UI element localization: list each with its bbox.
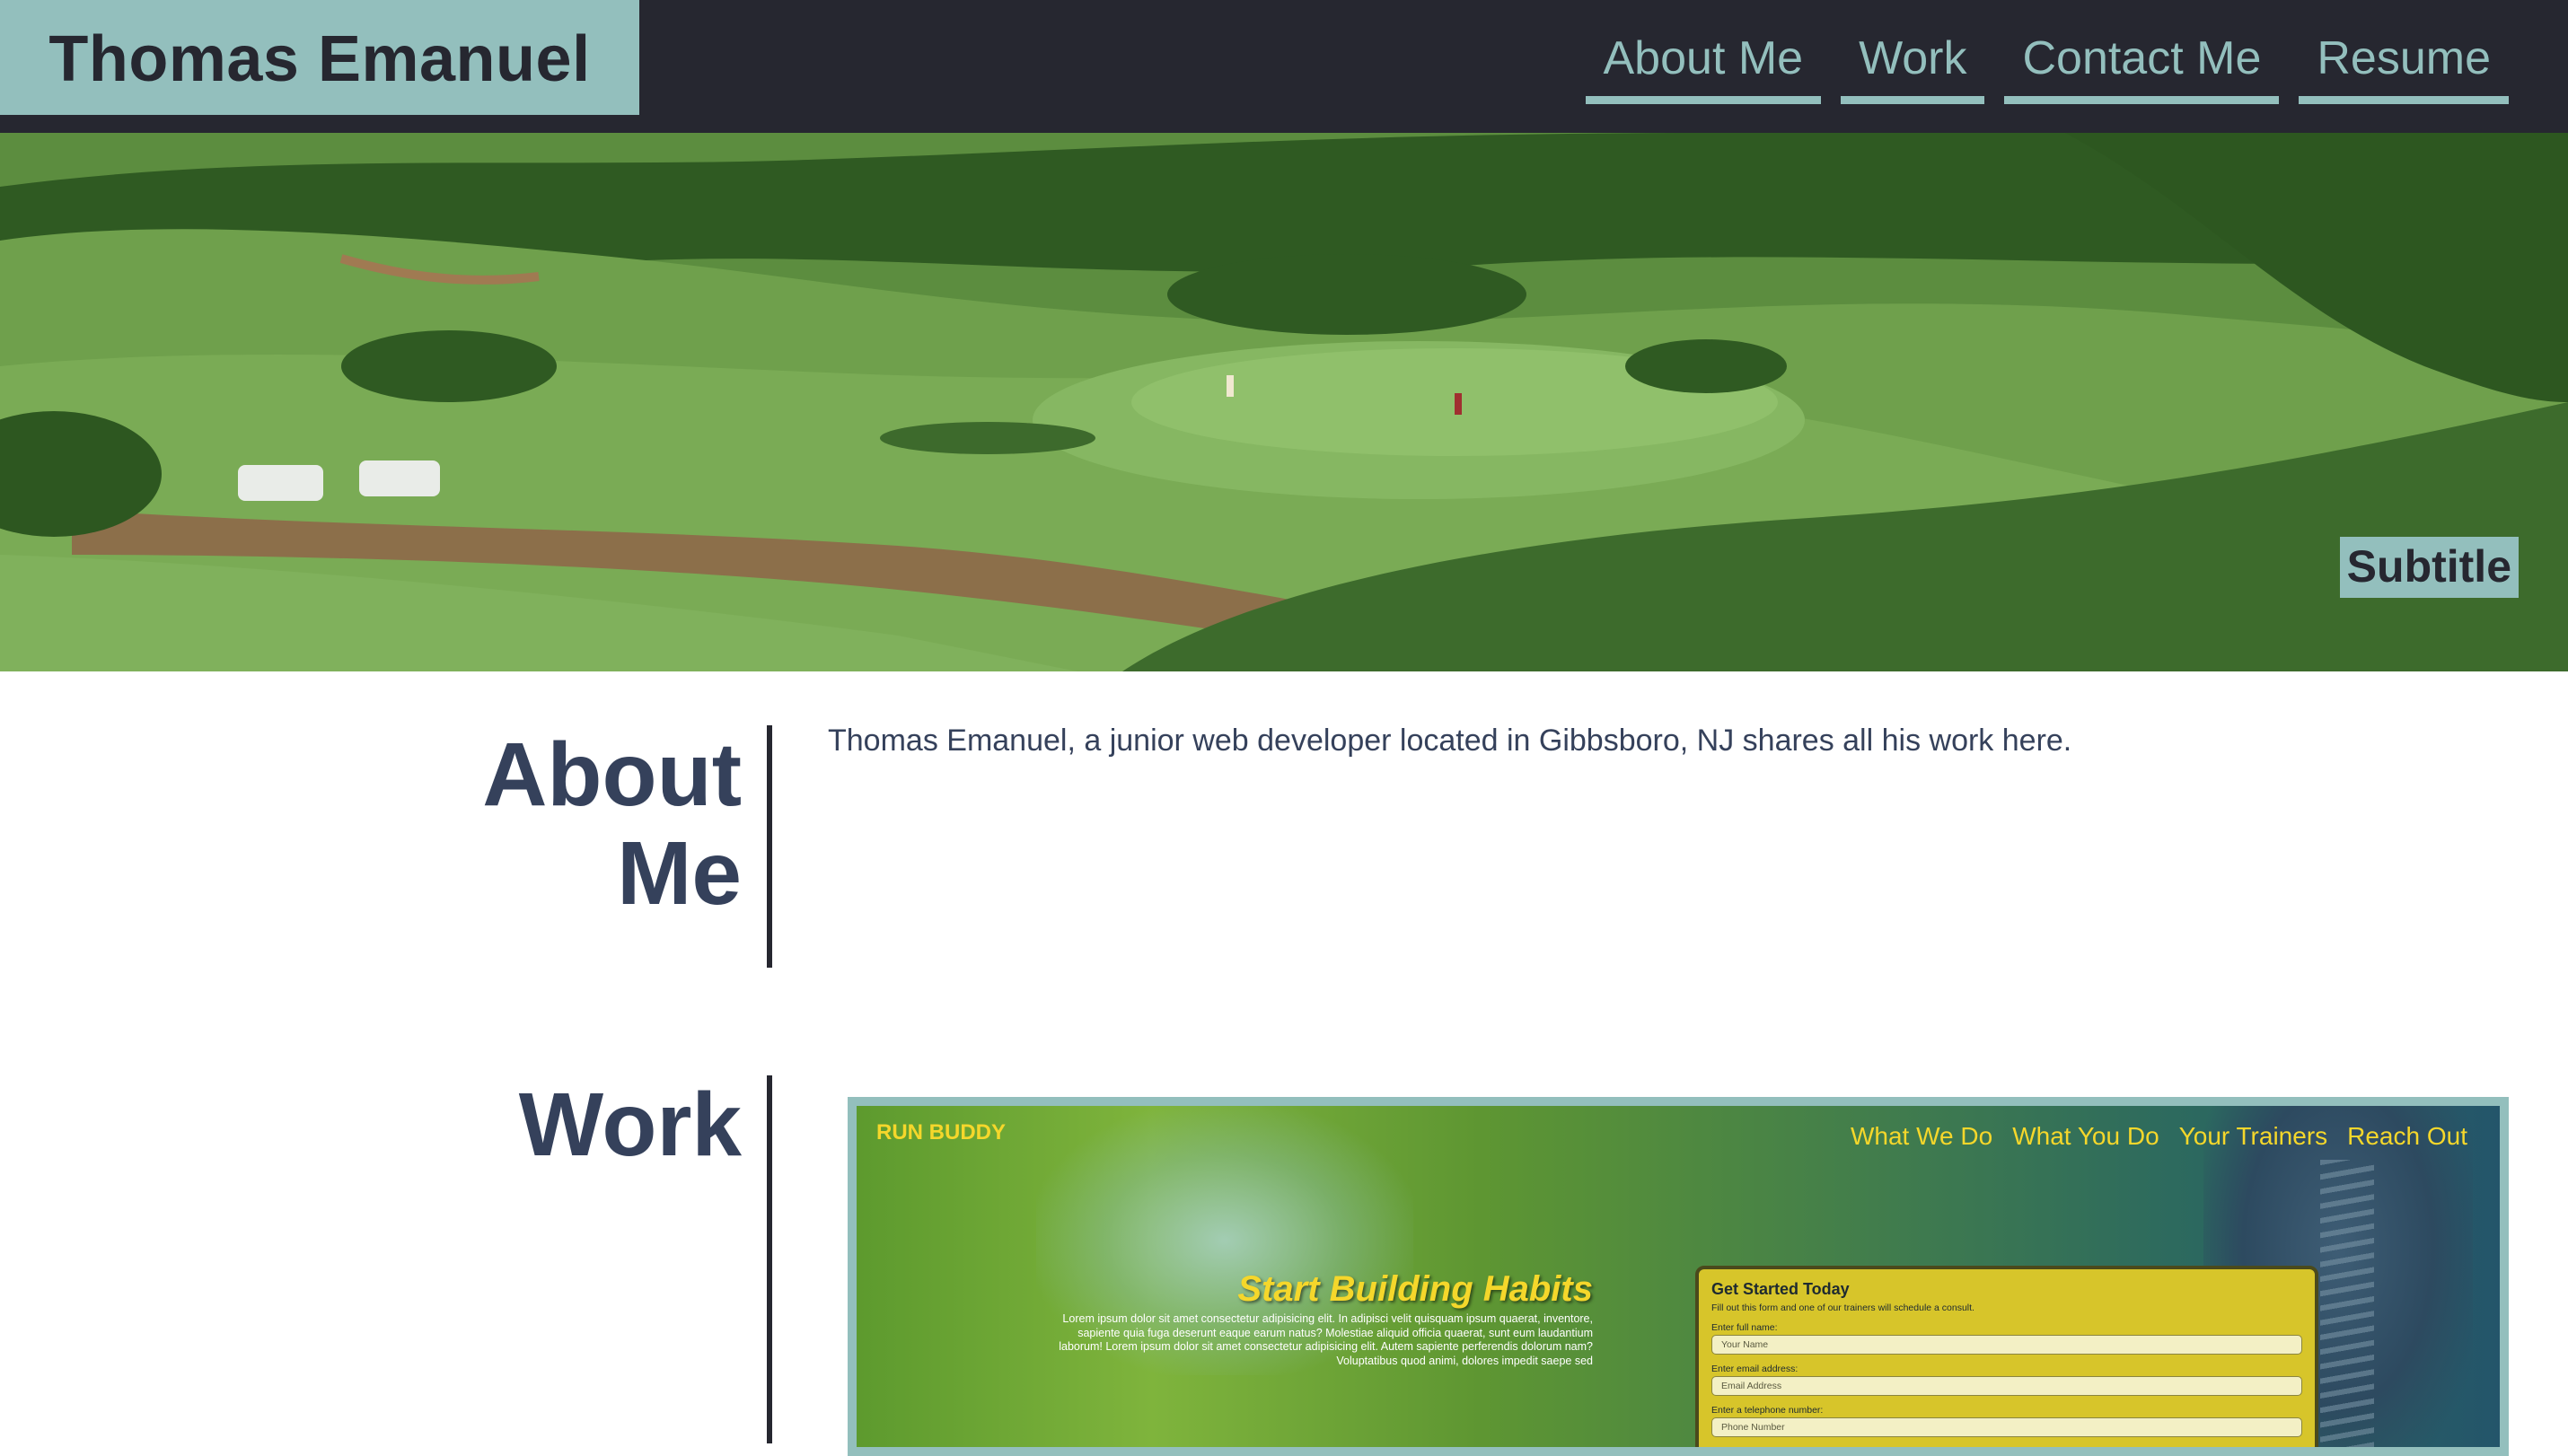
work-divider <box>767 1075 772 1443</box>
site-title[interactable]: Thomas Emanuel <box>48 23 590 92</box>
phone-input[interactable]: Phone Number <box>1711 1417 2302 1437</box>
runner-sleeve-stripes <box>2320 1160 2374 1447</box>
work-heading: Work <box>518 1074 742 1175</box>
run-buddy-nav-your-trainers[interactable]: Your Trainers <box>2179 1122 2328 1151</box>
nav-contact-me[interactable]: Contact Me <box>2004 25 2280 104</box>
name-input[interactable]: Your Name <box>1711 1335 2302 1355</box>
run-buddy-hero-text: Lorem ipsum dolor sit amet consectetur a… <box>1059 1312 1593 1367</box>
phone-label: Enter a telephone number: <box>1711 1405 1824 1416</box>
run-buddy-logo[interactable]: RUN BUDDY <box>876 1120 1006 1145</box>
name-label: Enter full name: <box>1711 1322 1778 1333</box>
run-buddy-signup-form: Get Started Today Fill out this form and… <box>1695 1266 2318 1447</box>
about-heading-line2: Me <box>617 823 742 924</box>
about-text: Thomas Emanuel, a junior web developer l… <box>828 724 2072 758</box>
about-divider <box>767 725 772 968</box>
main-nav: About Me Work Contact Me Resume <box>1585 25 2509 104</box>
about-heading: About Me <box>431 725 742 923</box>
email-label: Enter email address: <box>1711 1364 1798 1374</box>
run-buddy-nav-reach-out[interactable]: Reach Out <box>2347 1122 2467 1151</box>
run-buddy-nav-what-you-do[interactable]: What You Do <box>2012 1122 2159 1151</box>
run-buddy-nav: What We Do What You Do Your Trainers Rea… <box>1851 1122 2467 1151</box>
run-buddy-nav-what-we-do[interactable]: What We Do <box>1851 1122 1992 1151</box>
project-card-run-buddy[interactable]: RUN BUDDY What We Do What You Do Your Tr… <box>848 1097 2509 1456</box>
form-title: Get Started Today <box>1711 1280 1850 1298</box>
hero-subtitle: Subtitle <box>2339 537 2519 598</box>
hero-banner: Subtitle <box>0 133 2568 671</box>
form-subtitle: Fill out this form and one of our traine… <box>1711 1303 1974 1313</box>
nav-about-me[interactable]: About Me <box>1585 25 1822 104</box>
brand-box: Thomas Emanuel <box>0 0 639 115</box>
about-heading-line1: About <box>482 724 742 825</box>
nav-work[interactable]: Work <box>1841 25 1985 104</box>
site-header: Thomas Emanuel About Me Work Contact Me … <box>0 0 2568 133</box>
run-buddy-hero-title: Start Building Habits <box>1237 1269 1593 1309</box>
nav-resume[interactable]: Resume <box>2299 25 2509 104</box>
email-input[interactable]: Email Address <box>1711 1376 2302 1396</box>
golf-course-image <box>0 133 2568 671</box>
